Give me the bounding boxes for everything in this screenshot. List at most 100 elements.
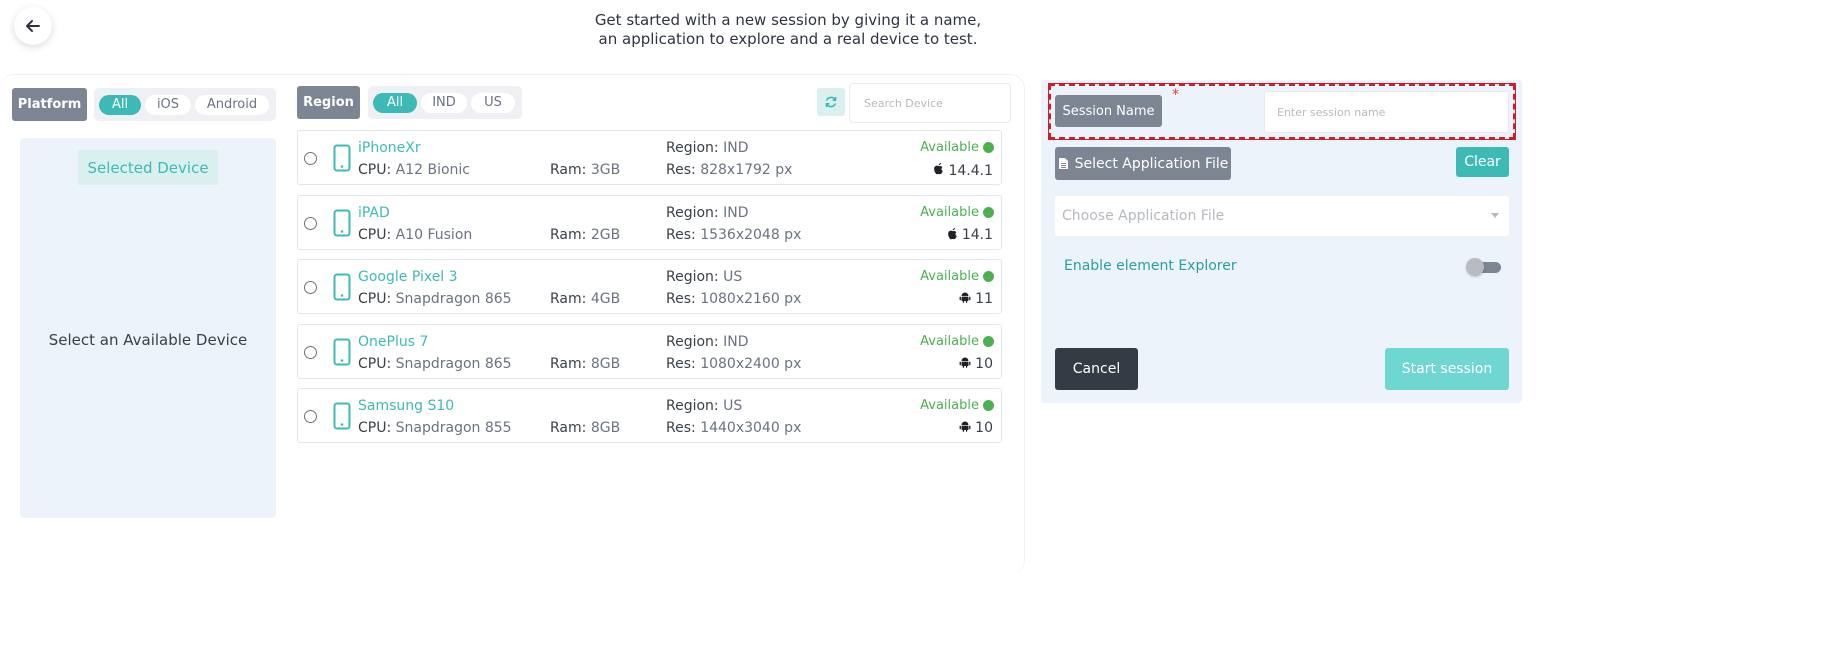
device-card[interactable]: OnePlus 7 CPU: Snapdragon 865 Ram: 8GB Regi… bbox=[297, 323, 1002, 379]
search-device-input[interactable] bbox=[849, 83, 1011, 123]
device-status: Available bbox=[920, 398, 994, 413]
region-key: Region: bbox=[666, 140, 719, 156]
os-version: 11 bbox=[975, 291, 993, 308]
region-option-ind[interactable]: IND bbox=[421, 92, 467, 113]
intro-text: Get started with a new session by giving… bbox=[560, 11, 1016, 49]
device-os: 14.4.1 bbox=[933, 162, 993, 179]
res-key: Res: bbox=[666, 226, 696, 243]
device-radio[interactable] bbox=[304, 216, 317, 230]
android-icon bbox=[959, 291, 971, 307]
device-os: 14.1 bbox=[947, 227, 993, 244]
device-radio[interactable] bbox=[304, 281, 317, 295]
status-dot bbox=[983, 400, 994, 412]
session-name-input[interactable] bbox=[1264, 91, 1509, 133]
device-region: Region: US bbox=[666, 398, 742, 414]
device-region: Region: IND bbox=[666, 334, 749, 350]
apple-icon bbox=[933, 162, 944, 179]
cpu-value: Snapdragon 855 bbox=[395, 420, 512, 437]
os-version: 10 bbox=[975, 355, 993, 372]
device-card[interactable]: Samsung S10 CPU: Snapdragon 855 Ram: 8GB Re… bbox=[297, 388, 1002, 444]
platform-option-android[interactable]: Android bbox=[195, 94, 269, 115]
device-os: 10 bbox=[959, 420, 993, 436]
device-status: Available bbox=[920, 269, 994, 284]
device-name[interactable]: iPAD bbox=[358, 205, 390, 221]
device-card[interactable]: Google Pixel 3 CPU: Snapdragon 865 Ram: 4G… bbox=[297, 259, 1002, 315]
device-region: Region: IND bbox=[666, 140, 749, 156]
cpu-key: CPU: bbox=[358, 226, 392, 243]
status-dot bbox=[983, 335, 994, 347]
clear-button[interactable]: Clear bbox=[1456, 147, 1509, 177]
device-os: 11 bbox=[959, 291, 993, 307]
cancel-button[interactable]: Cancel bbox=[1055, 348, 1138, 390]
ram-key: Ram: bbox=[550, 226, 587, 243]
arrow-left-icon bbox=[26, 20, 40, 32]
platform-option-all[interactable]: All bbox=[99, 94, 141, 115]
region-option-all[interactable]: All bbox=[373, 92, 417, 113]
device-status: Available bbox=[920, 334, 994, 349]
ram-value: 3GB bbox=[590, 162, 621, 178]
file-icon bbox=[1058, 158, 1068, 169]
intro-line-1: Get started with a new session by giving… bbox=[594, 11, 982, 29]
ram-key: Ram: bbox=[550, 355, 587, 372]
region-key: Region: bbox=[666, 269, 719, 286]
phone-icon bbox=[333, 402, 351, 434]
status-text: Available bbox=[920, 204, 979, 220]
device-radio[interactable] bbox=[304, 345, 317, 359]
device-card[interactable]: iPAD CPU: A10 Fusion Ram: 2GB Region: IND Re… bbox=[297, 194, 1002, 250]
device-name[interactable]: OnePlus 7 bbox=[358, 334, 428, 350]
device-card[interactable]: iPhoneXr CPU: A12 Bionic Ram: 3GB Region: I… bbox=[297, 130, 1002, 185]
os-version: 14.1 bbox=[961, 227, 993, 244]
platform-option-ios[interactable]: iOS bbox=[145, 94, 191, 115]
chevron-down-icon bbox=[1491, 213, 1499, 218]
device-cpu: CPU: Snapdragon 855 bbox=[358, 420, 512, 436]
phone-icon bbox=[333, 209, 351, 241]
device-radio[interactable] bbox=[304, 410, 317, 424]
cpu-key: CPU: bbox=[358, 420, 392, 437]
device-radio[interactable] bbox=[304, 152, 317, 165]
region-label: Region bbox=[297, 86, 360, 119]
device-name[interactable]: Google Pixel 3 bbox=[358, 269, 458, 285]
choose-application-file-placeholder: Choose Application File bbox=[1062, 208, 1225, 224]
device-name[interactable]: iPhoneXr bbox=[358, 140, 421, 156]
select-application-file-label: Select Application File bbox=[1074, 155, 1229, 172]
android-icon bbox=[959, 420, 971, 436]
ram-value: 8GB bbox=[590, 420, 621, 437]
device-cpu: CPU: Snapdragon 865 bbox=[358, 291, 512, 307]
selected-device-panel: Selected Device Select an Available Devi… bbox=[20, 138, 276, 518]
ram-value: 2GB bbox=[590, 226, 621, 243]
device-resolution: Res: 1440x3040 px bbox=[666, 420, 801, 436]
res-value: 828x1792 px bbox=[700, 162, 793, 178]
status-text: Available bbox=[920, 269, 979, 285]
refresh-button[interactable] bbox=[817, 88, 845, 116]
res-key: Res: bbox=[666, 420, 696, 437]
res-key: Res: bbox=[666, 291, 696, 308]
toggle-knob bbox=[1466, 258, 1484, 276]
platform-filter: All iOS Android bbox=[94, 88, 276, 121]
device-ram: Ram: 4GB bbox=[550, 291, 620, 307]
device-status: Available bbox=[920, 140, 994, 155]
cpu-value: A12 Bionic bbox=[395, 162, 471, 178]
region-value: US bbox=[723, 398, 743, 415]
intro-line-2: an application to explore and a real dev… bbox=[598, 30, 978, 48]
device-cpu: CPU: Snapdragon 865 bbox=[358, 356, 512, 372]
start-session-button[interactable]: Start session bbox=[1385, 348, 1509, 390]
cpu-value: Snapdragon 865 bbox=[395, 355, 512, 372]
res-value: 1440x3040 px bbox=[700, 420, 802, 437]
cpu-key: CPU: bbox=[358, 291, 392, 308]
choose-application-file-select[interactable]: Choose Application File bbox=[1055, 196, 1509, 236]
region-key: Region: bbox=[666, 398, 719, 415]
cpu-value: Snapdragon 865 bbox=[395, 291, 512, 308]
phone-icon bbox=[333, 338, 351, 370]
back-button[interactable] bbox=[14, 7, 52, 45]
device-resolution: Res: 1080x2160 px bbox=[666, 291, 801, 307]
selected-device-title: Selected Device bbox=[78, 150, 218, 185]
region-option-us[interactable]: US bbox=[471, 92, 515, 113]
device-name[interactable]: Samsung S10 bbox=[358, 398, 454, 414]
ram-value: 8GB bbox=[590, 355, 621, 372]
ram-key: Ram: bbox=[550, 162, 587, 178]
res-key: Res: bbox=[666, 355, 696, 372]
res-value: 1080x2400 px bbox=[700, 355, 802, 372]
select-application-file-button[interactable]: Select Application File bbox=[1055, 147, 1231, 180]
enable-element-explorer-toggle[interactable] bbox=[1466, 258, 1501, 276]
android-icon bbox=[959, 356, 971, 372]
